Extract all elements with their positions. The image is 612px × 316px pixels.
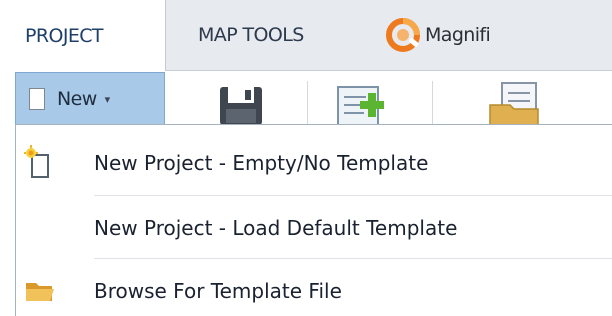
new-document-sparkle-icon: [24, 145, 49, 178]
new-dropdown-menu: New Project - Empty/No Template New Proj…: [15, 124, 612, 316]
open-folder-icon[interactable]: [488, 79, 548, 125]
tab-magnifi[interactable]: Magnifi: [383, 0, 491, 70]
ribbon-tab-strip: PROJECT MAP TOOLS Magnifi: [0, 0, 612, 72]
app-window: PROJECT MAP TOOLS Magnifi New ▾ New Proj…: [0, 0, 612, 316]
tab-magnifi-label: Magnifi: [425, 24, 491, 46]
chevron-down-icon: ▾: [104, 92, 111, 106]
tab-map-tools-label: MAP TOOLS: [198, 24, 304, 46]
ribbon-divider: [307, 81, 308, 127]
ribbon-divider: [432, 81, 433, 127]
tab-project[interactable]: PROJECT: [0, 0, 166, 72]
menu-divider: [94, 258, 612, 259]
tab-project-label: PROJECT: [25, 25, 104, 47]
menu-item-label: Browse For Template File: [94, 279, 342, 303]
blank-page-icon: [29, 88, 45, 110]
save-icon[interactable]: [218, 79, 264, 125]
folder-icon: [26, 283, 54, 301]
new-button[interactable]: New ▾: [15, 72, 165, 126]
magnifi-logo-icon: [386, 18, 420, 52]
menu-item-label: New Project - Load Default Template: [94, 216, 458, 240]
ribbon-body: New ▾: [0, 71, 612, 131]
menu-item-browse-template-file[interactable]: Browse For Template File: [16, 261, 612, 316]
add-layer-icon[interactable]: [334, 79, 390, 125]
menu-item-label: New Project - Empty/No Template: [94, 151, 429, 175]
new-button-label: New: [57, 88, 97, 110]
menu-item-load-default-template[interactable]: New Project - Load Default Template: [16, 198, 612, 258]
menu-item-new-empty-project[interactable]: New Project - Empty/No Template: [16, 133, 612, 193]
tab-map-tools[interactable]: MAP TOOLS: [198, 0, 304, 70]
menu-divider: [94, 195, 612, 196]
